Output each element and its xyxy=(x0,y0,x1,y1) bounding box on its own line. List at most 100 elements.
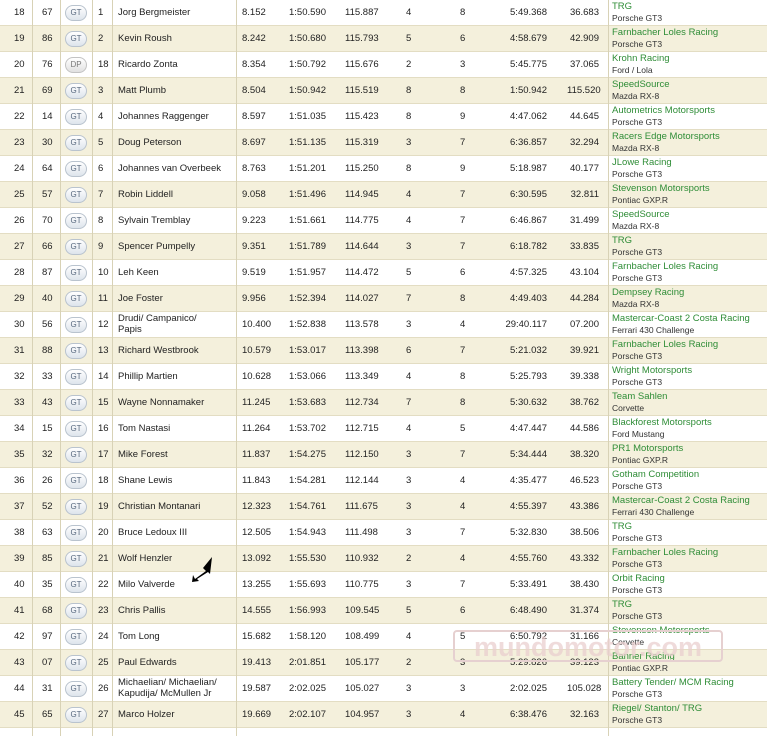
table-row: 25 57 GT 7 Robin Liddell 9.058 1:51.496 114.945… xyxy=(0,182,767,208)
car-model: Mazda RX-8 xyxy=(612,221,660,231)
best-lap-speed: 114.472 xyxy=(345,267,379,278)
driver-name: Michaelian/ Michaelian/ xyxy=(118,677,217,688)
last-lap-speed: 44.645 xyxy=(569,111,599,122)
team-link[interactable]: TRG xyxy=(612,235,632,246)
team-link[interactable]: JLowe Racing xyxy=(612,157,672,168)
best-lap-number: 2 xyxy=(406,657,412,668)
driver-name: Kapudija/ McMullen Jr xyxy=(118,688,212,699)
car-model: Porsche GT3 xyxy=(612,533,663,543)
team-link[interactable]: Mastercar-Coast 2 Costa Racing xyxy=(612,495,750,506)
team-link[interactable]: Gotham Competition xyxy=(612,469,699,480)
car-model: Porsche GT3 xyxy=(612,715,663,725)
best-lap-time: 1:55.693 xyxy=(289,579,326,590)
total-laps: 8 xyxy=(460,397,466,408)
driver-name: Milo Valverde xyxy=(118,579,175,590)
class-position: 21 xyxy=(98,553,109,564)
driver-name: Matt Plumb xyxy=(118,85,167,96)
last-lap-time: 1:50.942 xyxy=(510,85,547,96)
team-link[interactable]: Farnbacher Loles Racing xyxy=(612,261,718,272)
last-lap-time: 4:57.325 xyxy=(510,267,547,278)
table-row: 19 86 GT 2 Kevin Roush 8.242 1:50.680 115.793 5 6… xyxy=(0,26,767,52)
team-link[interactable]: Wright Motorsports xyxy=(612,365,692,376)
car-number: 66 xyxy=(42,241,53,252)
team-link[interactable]: Blackforest Motorsports xyxy=(612,417,712,428)
class-position: 13 xyxy=(98,345,109,356)
best-lap-speed: 110.932 xyxy=(345,553,379,564)
team-link[interactable]: Farnbacher Loles Racing xyxy=(612,547,718,558)
class-badge: GT xyxy=(65,707,87,723)
best-lap-speed: 109.545 xyxy=(345,605,380,616)
team-link[interactable]: Team Sahlen xyxy=(612,391,667,402)
team-link[interactable]: Mastercar-Coast 2 Costa Racing xyxy=(612,313,750,324)
team-link[interactable]: PR1 Motorsports xyxy=(612,443,683,454)
team-link[interactable]: SpeedSource xyxy=(612,209,670,220)
class-position: 10 xyxy=(98,267,109,278)
team-link[interactable]: SpeedSource xyxy=(612,79,670,90)
table-row: 18 67 GT 1 Jorg Bergmeister 8.152 1:50.590 115.… xyxy=(0,0,767,26)
table-row: 27 66 GT 9 Spencer Pumpelly 9.351 1:51.789 114.… xyxy=(0,234,767,260)
best-lap-time: 2:02.107 xyxy=(289,709,326,720)
driver-name: Wolf Henzler xyxy=(118,553,173,564)
team-link[interactable]: TRG xyxy=(612,521,632,532)
team-link[interactable]: Farnbacher Loles Racing xyxy=(612,339,718,350)
overall-position: 20 xyxy=(14,59,25,70)
team-link[interactable]: Krohn Racing xyxy=(612,53,670,64)
overall-position: 30 xyxy=(14,319,25,330)
car-number: 35 xyxy=(42,579,53,590)
driver-name: Ricardo Zonta xyxy=(118,59,178,70)
car-number: 31 xyxy=(42,683,53,694)
best-lap-speed: 113.578 xyxy=(345,319,379,330)
car-model: Ford / Lola xyxy=(612,65,653,75)
team-link[interactable]: TRG xyxy=(612,599,632,610)
car-model: Porsche GT3 xyxy=(612,13,663,23)
best-lap-speed: 113.398 xyxy=(345,345,379,356)
team-link[interactable]: Battery Tender/ MCM Racing xyxy=(612,677,734,688)
best-lap-time: 1:51.201 xyxy=(289,163,326,174)
class-badge: GT xyxy=(65,655,87,671)
team-link[interactable]: Farnbacher Loles Racing xyxy=(612,27,718,38)
class-position: 27 xyxy=(98,709,109,720)
driver-name: Phillip Martien xyxy=(118,371,178,382)
best-lap-time: 1:53.683 xyxy=(289,397,326,408)
team-link[interactable]: Riegel/ Stanton/ TRG xyxy=(612,703,702,714)
team-link[interactable]: TRG xyxy=(612,1,632,12)
car-number: 68 xyxy=(42,605,53,616)
best-lap-time: 1:53.702 xyxy=(289,423,326,434)
table-row: 41 68 GT 23 Chris Pallis 14.555 1:56.993 109.54… xyxy=(0,598,767,624)
class-position: 5 xyxy=(98,137,104,148)
best-lap-speed: 111.675 xyxy=(345,501,378,512)
class-position: 18 xyxy=(98,59,109,70)
class-badge: GT xyxy=(65,161,87,177)
car-model: Ford Mustang xyxy=(612,429,665,439)
car-model: Porsche GT3 xyxy=(612,585,663,595)
last-lap-time: 6:38.476 xyxy=(510,709,547,720)
car-model: Mazda RX-8 xyxy=(612,91,660,101)
last-lap-speed: 115.520 xyxy=(567,85,601,96)
team-link[interactable]: Orbit Racing xyxy=(612,573,665,584)
team-link[interactable]: Racers Edge Motorsports xyxy=(612,131,720,142)
class-badge: GT xyxy=(65,603,87,619)
last-lap-speed: 31.374 xyxy=(569,605,599,616)
class-position: 16 xyxy=(98,423,109,434)
best-lap-number: 3 xyxy=(406,449,412,460)
car-number: 15 xyxy=(42,423,53,434)
class-badge: DP xyxy=(65,57,87,73)
gap-to-leader: 10.628 xyxy=(242,371,272,382)
table-row: 40 35 GT 22 Milo Valverde 13.255 1:55.693 110.7… xyxy=(0,572,767,598)
team-link[interactable]: Dempsey Racing xyxy=(612,287,684,298)
gap-to-leader: 8.697 xyxy=(242,137,266,148)
class-position: 24 xyxy=(98,631,109,642)
overall-position: 37 xyxy=(14,501,25,512)
best-lap-time: 1:55.530 xyxy=(289,553,326,564)
team-link[interactable]: Stevenson Motorsports xyxy=(612,183,710,194)
total-laps: 4 xyxy=(460,553,466,564)
best-lap-speed: 112.734 xyxy=(345,397,379,408)
class-badge: GT xyxy=(65,395,87,411)
team-link[interactable]: Autometrics Motorsports xyxy=(612,105,715,116)
driver-name: Doug Peterson xyxy=(118,137,182,148)
overall-position: 36 xyxy=(14,475,25,486)
overall-position: 19 xyxy=(14,33,25,44)
best-lap-number: 2 xyxy=(406,59,412,70)
best-lap-speed: 112.150 xyxy=(345,449,379,460)
best-lap-time: 1:51.661 xyxy=(289,215,326,226)
